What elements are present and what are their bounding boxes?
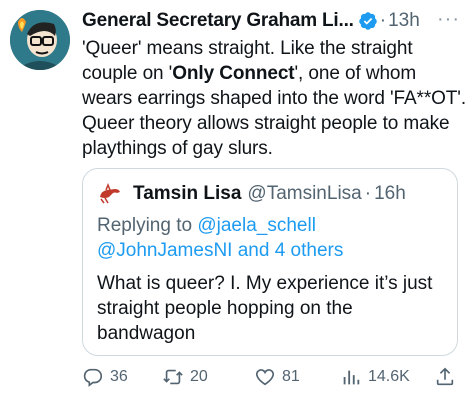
quoted-tweet[interactable]: Tamsin Lisa @TamsinLisa · 16h Replying t… (82, 168, 458, 356)
retweet-icon (163, 369, 183, 385)
like-button[interactable]: 81 (254, 366, 300, 388)
views-icon (343, 370, 360, 385)
tweet-text: 'Queer' means straight. Like the straigh… (82, 36, 466, 161)
share-icon (436, 367, 454, 386)
quoted-author-handle[interactable]: @TamsinLisa (247, 183, 361, 205)
reply-icon (83, 368, 103, 387)
reply-mention-link-2[interactable]: @JohnJamesNI (97, 240, 232, 261)
reply-mention-link[interactable]: @jaela_schell (197, 215, 316, 236)
tweet-header: General Secretary Graham Li... · 13h ··· (82, 8, 464, 34)
separator-dot: · (379, 10, 387, 31)
quoted-tweet-text: What is queer? I. My experience it’s jus… (97, 273, 433, 344)
avatar[interactable] (10, 10, 70, 70)
views-button[interactable]: 14.6K (340, 366, 410, 388)
quoted-author-name[interactable]: Tamsin Lisa (133, 183, 241, 205)
reply-button[interactable]: 36 (82, 366, 128, 388)
separator-dot: · (364, 183, 372, 204)
reply-others-link[interactable]: and 4 others (238, 240, 344, 261)
avatar-illustration (10, 10, 70, 70)
action-bar: 36 20 81 14.6K (82, 366, 462, 396)
views-count: 14.6K (368, 368, 410, 385)
author-name[interactable]: General Secretary Graham Li... (82, 10, 354, 32)
reply-count: 36 (110, 368, 128, 385)
quoted-tweet-time[interactable]: 16h (374, 183, 406, 205)
like-icon (255, 369, 275, 386)
tweet-time[interactable]: 13h (388, 10, 420, 32)
like-count: 81 (282, 368, 300, 385)
tweet-text-bold: Only Connect (172, 63, 295, 84)
verified-badge-icon (359, 12, 377, 30)
replying-to: Replying to @jaela_schell @JohnJamesNI a… (97, 213, 447, 263)
share-button[interactable] (434, 366, 462, 388)
retweet-button[interactable]: 20 (162, 366, 208, 388)
more-icon[interactable]: ··· (437, 8, 460, 30)
replying-to-label: Replying to (97, 215, 193, 236)
quoted-tweet-header: Tamsin Lisa @TamsinLisa · 16h (97, 181, 406, 207)
retweet-count: 20 (190, 368, 208, 385)
quoted-avatar[interactable] (97, 181, 123, 207)
